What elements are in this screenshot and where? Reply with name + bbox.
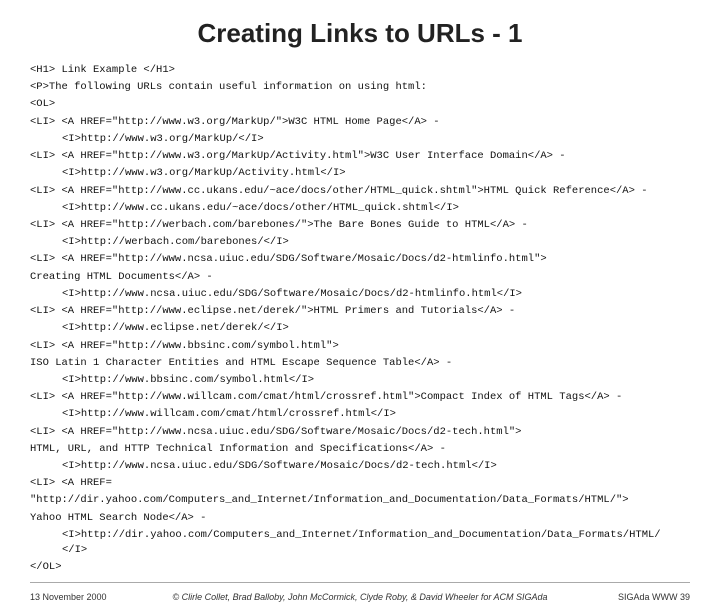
code-line: <LI> <A HREF="http://www.eclipse.net/der… (30, 304, 690, 319)
code-line: <LI> <A HREF="http://www.cc.ukans.edu/~a… (30, 184, 690, 199)
code-line: "http://dir.yahoo.com/Computers_and_Inte… (30, 493, 690, 508)
code-line: <I>http://www.ncsa.uiuc.edu/SDG/Software… (30, 287, 690, 302)
code-line: <I>http://www.cc.ukans.edu/~ace/docs/oth… (30, 201, 690, 216)
slide-title: Creating Links to URLs - 1 (30, 18, 690, 49)
code-line: <I>http://dir.yahoo.com/Computers_and_In… (30, 528, 690, 558)
code-line: <H1> Link Example </H1> (30, 63, 690, 78)
code-line: <LI> <A HREF="http://www.ncsa.uiuc.edu/S… (30, 252, 690, 267)
code-line: <I>http://werbach.com/barebones/</I> (30, 235, 690, 250)
footer-page: SIGAda WWW 39 (600, 592, 690, 602)
slide-content: <H1> Link Example </H1> <P>The following … (30, 63, 690, 578)
code-line: <LI> <A HREF="http://werbach.com/barebon… (30, 218, 690, 233)
code-line: <LI> <A HREF= (30, 476, 690, 491)
code-line: <I>http://www.ncsa.uiuc.edu/SDG/Software… (30, 459, 690, 474)
code-line: <LI> <A HREF="http://www.ncsa.uiuc.edu/S… (30, 425, 690, 440)
code-line: </OL> (30, 560, 690, 575)
divider (30, 582, 690, 583)
code-line: HTML, URL, and HTTP Technical Informatio… (30, 442, 690, 457)
code-line: <LI> <A HREF="http://www.willcam.com/cma… (30, 390, 690, 405)
code-line: <OL> (30, 97, 690, 112)
code-line: <I>http://www.w3.org/MarkUp/Activity.htm… (30, 166, 690, 181)
footer-center: © Clirle Collet, Brad Balloby, John McCo… (120, 592, 600, 602)
footer-date: 13 November 2000 (30, 592, 120, 602)
slide-page: Creating Links to URLs - 1 <H1> Link Exa… (0, 0, 720, 540)
slide-footer: 13 November 2000 © Clirle Collet, Brad B… (30, 592, 690, 602)
code-line: <P>The following URLs contain useful inf… (30, 80, 690, 95)
code-line: Creating HTML Documents</A> - (30, 270, 690, 285)
code-line: <I>http://www.bbsinc.com/symbol.html</I> (30, 373, 690, 388)
code-line: <LI> <A HREF="http://www.w3.org/MarkUp/A… (30, 149, 690, 164)
code-line: <I>http://www.eclipse.net/derek/</I> (30, 321, 690, 336)
code-line: ISO Latin 1 Character Entities and HTML … (30, 356, 690, 371)
code-line: <LI> <A HREF="http://www.w3.org/MarkUp/"… (30, 115, 690, 130)
code-line: <LI> <A HREF="http://www.bbsinc.com/symb… (30, 339, 690, 354)
code-line: <I>http://www.w3.org/MarkUp/</I> (30, 132, 690, 147)
code-line: Yahoo HTML Search Node</A> - (30, 511, 690, 526)
code-line: <I>http://www.willcam.com/cmat/html/cros… (30, 407, 690, 422)
